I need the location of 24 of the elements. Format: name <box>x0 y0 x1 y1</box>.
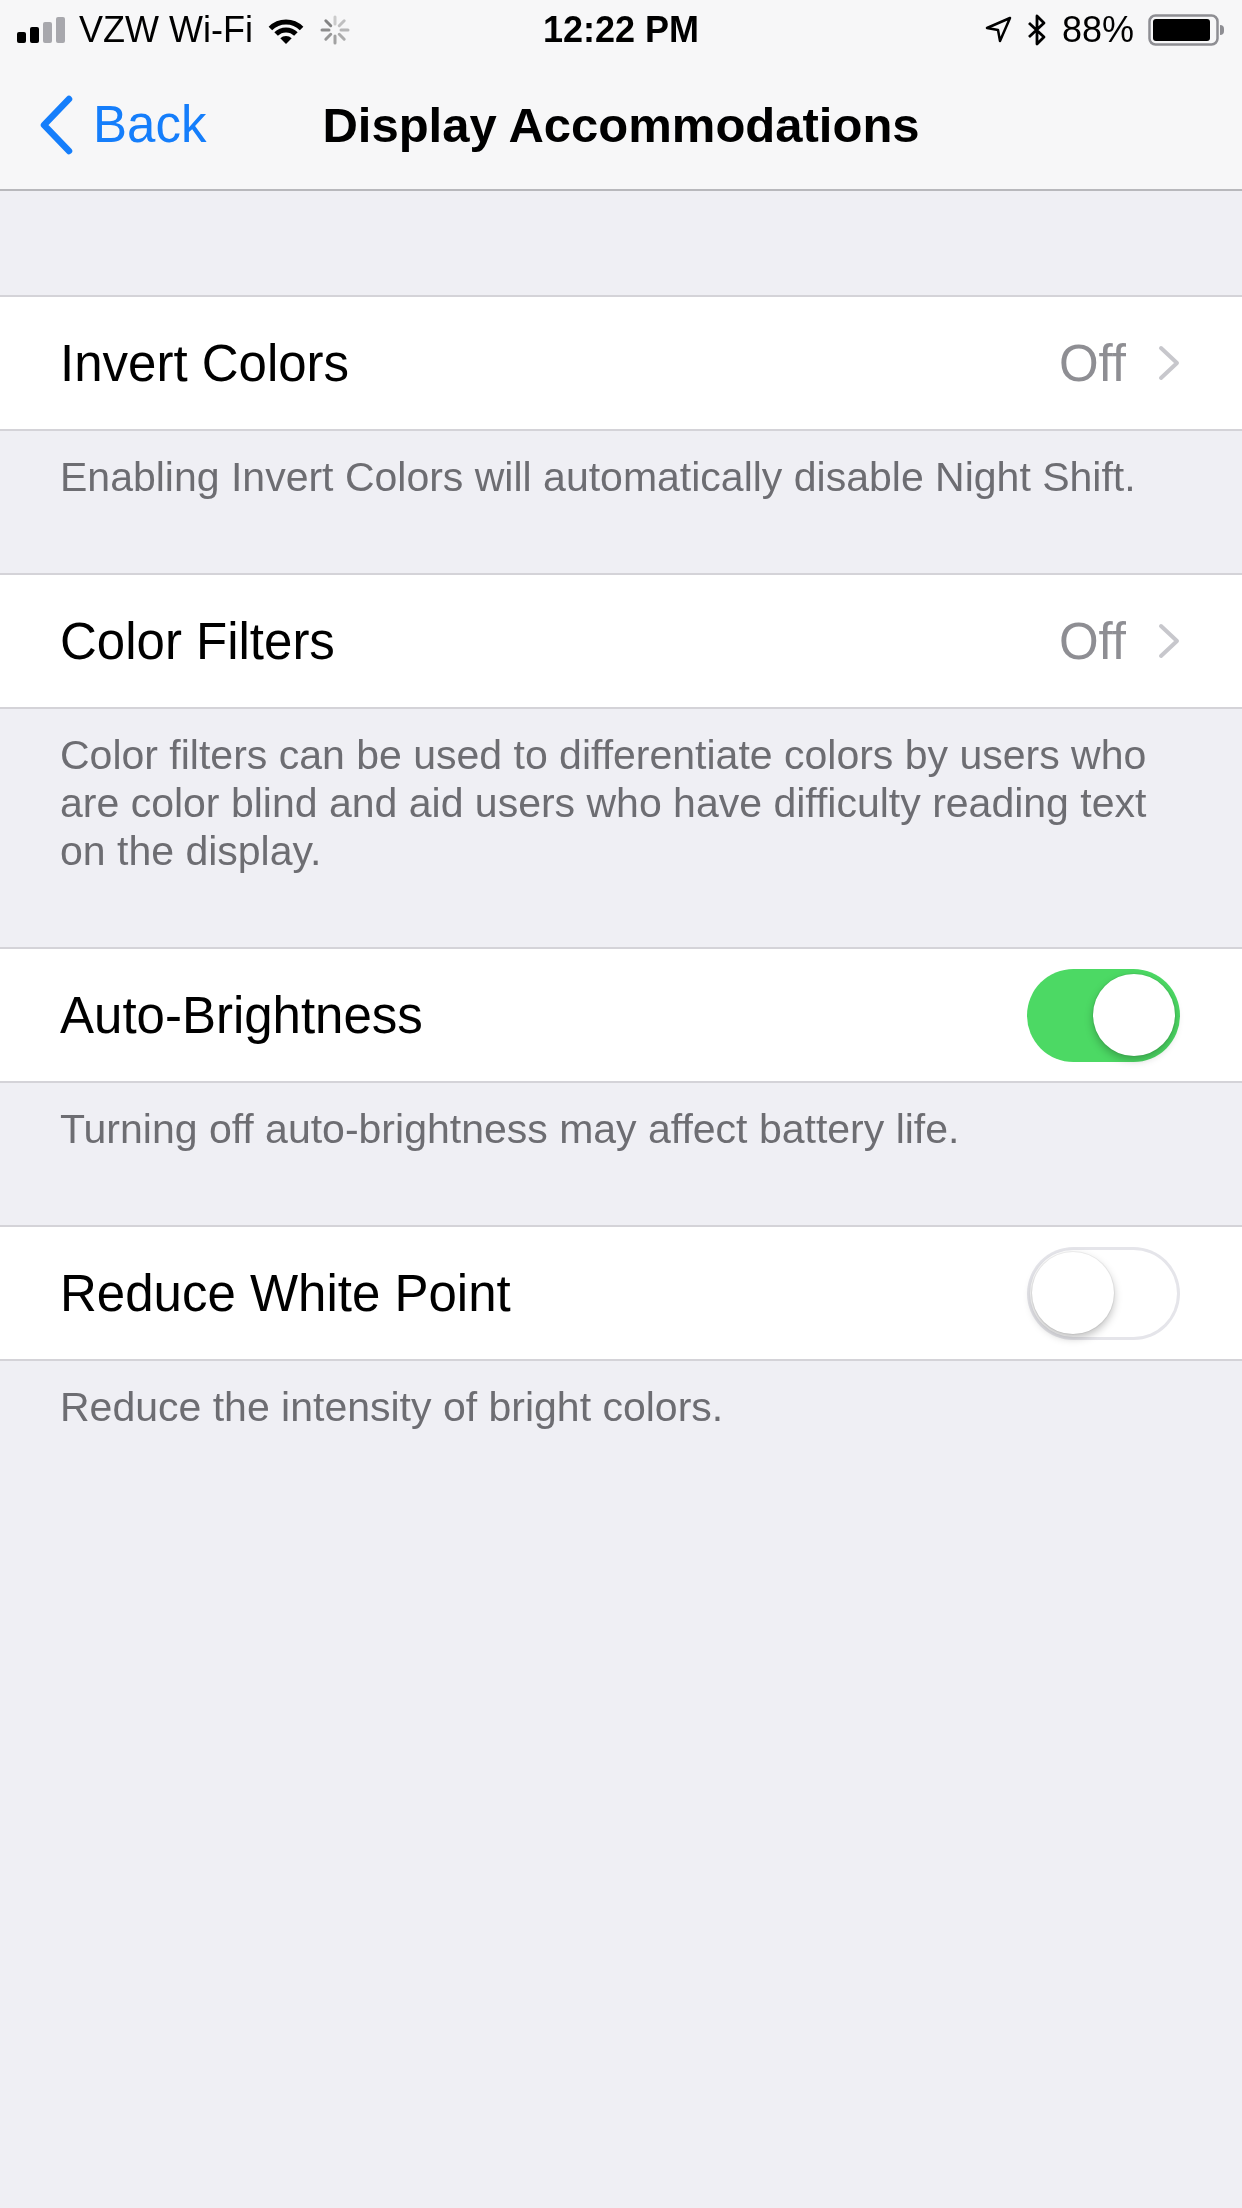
signal-bars-icon <box>17 17 67 43</box>
clock-time: 12:22 PM <box>542 12 700 48</box>
footer-text: Turning off auto-brightness may affect battery life. <box>59 1105 961 1154</box>
chevron-left-icon <box>39 94 73 155</box>
settings-row[interactable]: Invert Colors Off <box>0 295 1242 431</box>
chevron-right-icon <box>1158 623 1180 659</box>
footer-text: Color filters can be used to differentiate colors by users who are color blind and aid users who have difficulty reading text on the display. <box>59 731 1148 876</box>
location-arrow-icon <box>983 16 1012 44</box>
battery-icon <box>1148 14 1225 46</box>
back-button[interactable]: Back <box>0 94 207 155</box>
chevron-right-icon <box>1158 345 1180 381</box>
settings-row[interactable]: Color Filters Off <box>0 573 1242 709</box>
footer-text: Enabling Invert Colors will automatically disable Night Shift. <box>59 453 1137 502</box>
carrier-name: VZW Wi-Fi <box>79 12 253 48</box>
row-label: Reduce White Point <box>60 1263 512 1323</box>
battery-percent: 88% <box>1061 12 1134 48</box>
nav-title: Display Accommodations <box>322 96 920 153</box>
footer-text: Reduce the intensity of bright colors. <box>59 1383 725 1432</box>
row-label: Color Filters <box>60 611 336 671</box>
value-text: Off <box>1058 333 1126 393</box>
row-label: Invert Colors <box>60 333 351 393</box>
value-text: Off <box>1058 611 1126 671</box>
row-label: Auto-Brightness <box>60 985 424 1045</box>
activity-spinner-icon <box>318 14 351 46</box>
